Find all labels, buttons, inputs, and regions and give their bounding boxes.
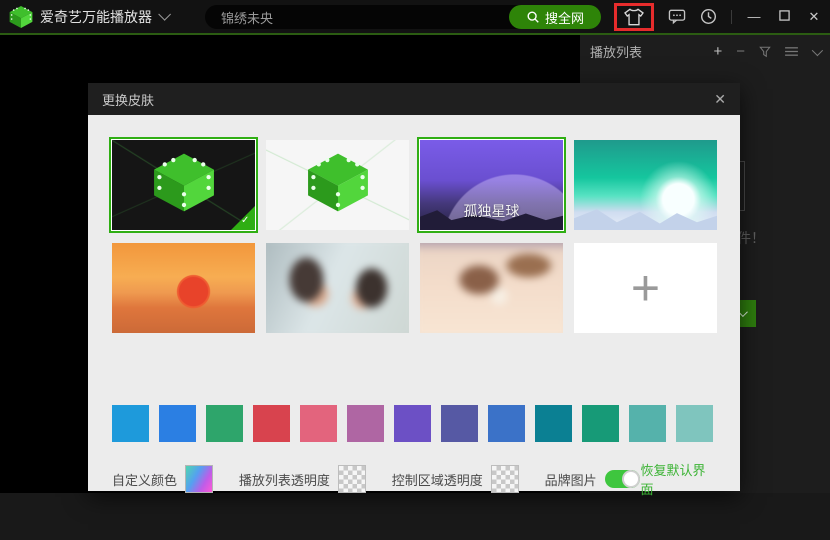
dialog-header: 更换皮肤 ✕ — [88, 83, 740, 115]
custom-color-label: 自定义颜色 — [112, 470, 177, 489]
custom-color-picker[interactable] — [185, 465, 213, 493]
playlist-opacity-label: 播放列表透明度 — [239, 470, 330, 489]
color-swatch[interactable] — [676, 405, 713, 442]
control-opacity-swatch[interactable] — [491, 465, 519, 493]
playlist-title: 播放列表 — [590, 42, 713, 61]
brand-image-label: 品牌图片 — [545, 470, 597, 489]
playlist-add-icon[interactable]: + — [713, 44, 722, 59]
skin-grid: ✓ 孤独星球 + — [112, 140, 717, 333]
annotation-highlight-box — [614, 3, 654, 31]
color-swatch[interactable] — [441, 405, 478, 442]
color-swatch[interactable] — [535, 405, 572, 442]
toggle-knob — [622, 470, 640, 488]
color-swatch[interactable] — [394, 405, 431, 442]
color-swatch[interactable] — [347, 405, 384, 442]
titlebar-divider — [731, 10, 732, 24]
search-button-label: 搜全网 — [545, 8, 584, 27]
search-icon — [526, 10, 540, 24]
skin-tile-light-logo[interactable] — [266, 140, 409, 230]
control-opacity-label: 控制区域透明度 — [392, 470, 483, 489]
history-clock-icon[interactable] — [700, 8, 717, 25]
app-menu-chevron-down-icon[interactable] — [158, 8, 171, 21]
color-swatch[interactable] — [253, 405, 290, 442]
titlebar-actions: — ✕ — [614, 0, 822, 33]
titlebar: 爱奇艺万能播放器 锦绣未央 ✕ 搜全网 — [0, 0, 830, 33]
skin-tshirt-icon[interactable] — [623, 8, 645, 26]
color-swatch[interactable] — [206, 405, 243, 442]
playlist-collapse-chevron-icon[interactable] — [812, 44, 823, 55]
app-window: 爱奇艺万能播放器 锦绣未央 ✕ 搜全网 — [0, 0, 830, 540]
color-swatch[interactable] — [159, 405, 196, 442]
playlist-remove-icon[interactable]: − — [736, 44, 745, 59]
accent-divider — [0, 33, 830, 35]
app-title: 爱奇艺万能播放器 — [40, 7, 152, 27]
close-button[interactable]: ✕ — [806, 9, 822, 25]
brand-image-toggle[interactable] — [605, 470, 641, 488]
color-swatch[interactable] — [488, 405, 525, 442]
minimize-button[interactable]: — — [746, 9, 762, 24]
skin-settings-row: 自定义颜色 播放列表透明度 控制区域透明度 品牌图片 恢复默认界面 — [112, 462, 718, 496]
color-swatch[interactable] — [112, 405, 149, 442]
filmstrip-cube-logo-icon — [302, 152, 374, 219]
control-bar — [0, 493, 830, 540]
skin-tile-dark-logo[interactable]: ✓ — [112, 140, 255, 230]
playlist-list-mode-icon[interactable] — [785, 46, 798, 57]
dialog-title: 更换皮肤 — [102, 90, 714, 109]
selected-check-badge: ✓ — [231, 206, 255, 230]
skin-tile-label: 孤独星球 — [420, 201, 563, 221]
skin-tile-desert[interactable] — [112, 243, 255, 333]
skin-tile-add[interactable]: + — [574, 243, 717, 333]
dialog-body: ✓孤独星球+ 自定义颜色 播放列表透明度 控制区域透明度 品牌图片 恢复默认界面 — [88, 115, 740, 491]
color-swatch[interactable] — [629, 405, 666, 442]
playlist-toolbar: + − — [713, 44, 820, 59]
restore-default-link[interactable]: 恢复默认界面 — [640, 460, 718, 498]
color-swatch[interactable] — [582, 405, 619, 442]
playlist-header: 播放列表 + − — [580, 35, 830, 61]
skin-tile-couple[interactable] — [266, 243, 409, 333]
search-button[interactable]: 搜全网 — [509, 5, 601, 29]
feedback-icon[interactable] — [668, 9, 686, 25]
playlist-opacity-swatch[interactable] — [338, 465, 366, 493]
playlist-hint-text: 件！ — [737, 228, 765, 248]
color-swatches — [112, 405, 713, 442]
playlist-filter-icon[interactable] — [759, 46, 771, 58]
skin-tile-planet[interactable]: 孤独星球 — [420, 140, 563, 230]
dialog-close-icon[interactable]: ✕ — [714, 91, 726, 108]
search-bar[interactable]: 锦绣未央 ✕ 搜全网 — [205, 5, 601, 29]
filmstrip-cube-logo-icon — [148, 152, 220, 219]
skin-tile-aurora[interactable] — [574, 140, 717, 230]
color-swatch[interactable] — [300, 405, 337, 442]
skin-tile-cat[interactable] — [420, 243, 563, 333]
change-skin-dialog: 更换皮肤 ✕ ✓ 孤独星球 + 自定义颜色 播放列表透明度 控制区域透明度 品牌图片… — [88, 83, 740, 491]
app-logo-icon — [8, 5, 34, 29]
maximize-button[interactable] — [776, 9, 792, 24]
